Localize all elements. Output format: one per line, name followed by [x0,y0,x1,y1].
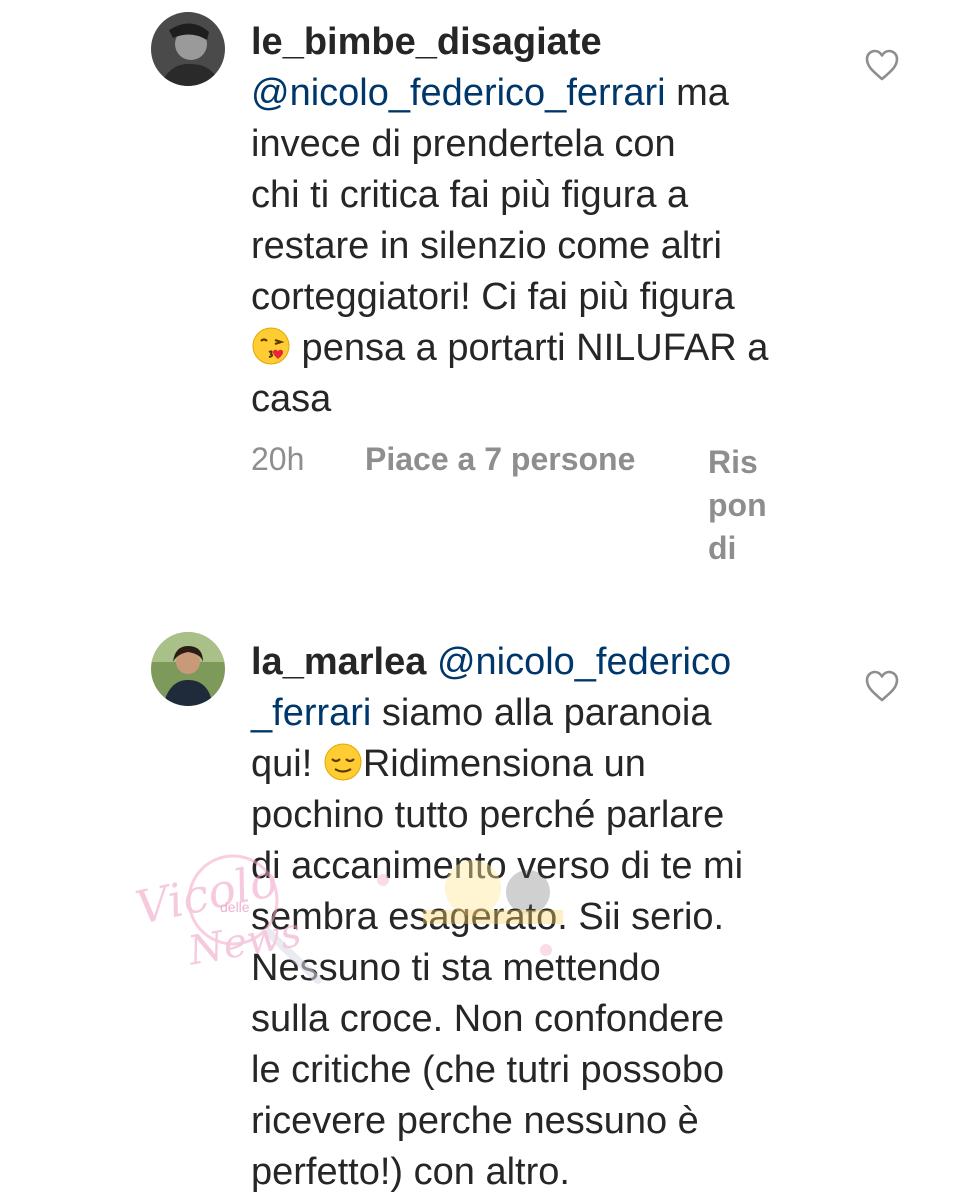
comment-username[interactable]: le_bimbe_disagiate [251,21,602,63]
comment-text-line: pochino tutto perché parlare [251,794,725,836]
comment-text-line: le critiche (che tutri possobo [251,1049,725,1091]
comments-screen: le_bimbe_disagiate @nicolo_federico_ferr… [0,0,957,1200]
mention-link[interactable]: @nicolo_federico [437,641,731,683]
comment-text-line: ma [665,72,729,114]
comment-text-line: Nessuno ti sta mettendo [251,947,661,989]
face-blowing-kiss-icon [251,326,291,366]
mention-link[interactable]: _ferrari [251,692,371,734]
comment-text-line: ricevere perche nessuno è [251,1100,699,1142]
avatar[interactable] [151,12,225,86]
comment-username[interactable]: la_marlea [251,641,426,683]
comment-text-line: perfetto!) con altro. [251,1151,570,1193]
comment-text-line: casa [251,378,332,420]
reply-label: pon [708,487,767,523]
like-heart-icon[interactable] [864,48,900,82]
comment-timestamp: 20h [251,441,305,477]
reply-label: Ris [708,444,758,480]
reply-label: di [708,530,737,566]
like-heart-icon[interactable] [864,669,900,703]
comment-text-line: chi ti critica fai più figura a [251,174,689,216]
comment-body: la_marlea @nicolo_federico _ferrari siam… [251,637,851,1198]
likes-count-link[interactable]: Piace a 7 persone [365,441,635,478]
comment-text-line: pensa a portarti NILUFAR a [291,327,769,369]
comment-text-line: restare in silenzio come altri [251,225,722,267]
relieved-face-icon [323,742,363,782]
comment-text-line: sembra esagerato. Sii serio. [251,896,725,938]
comment-text-line: corteggiatori! Ci fai più figura [251,276,735,318]
comment-text-line: invece di prendertela con [251,123,676,165]
avatar[interactable] [151,632,225,706]
mention-link[interactable]: @nicolo_federico_ferrari [251,72,666,114]
watermark-text: delle [220,899,250,915]
comment-text-line: Ridimensiona un [362,743,646,785]
comment-text-line: sulla croce. Non confondere [251,998,725,1040]
comment-text-line: siamo alla paranoia [371,692,712,734]
comment-text-line: qui! [251,743,323,785]
comment-body: le_bimbe_disagiate @nicolo_federico_ferr… [251,17,851,425]
reply-button[interactable]: Ris pon di [708,441,767,570]
comment-text-line: di accanimento verso di te mi [251,845,744,887]
